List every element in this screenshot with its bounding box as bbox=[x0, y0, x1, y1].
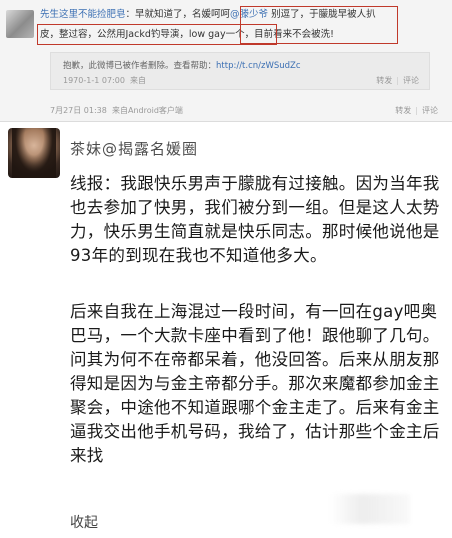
repost-button[interactable]: 转发 bbox=[395, 106, 411, 115]
quoted-weibo-card: 抱歉，此微博已被作者删除。查看帮助：http://t.cn/zWSudZc 19… bbox=[50, 52, 430, 90]
quoted-time[interactable]: 1970-1-1 07:00 bbox=[63, 76, 125, 85]
repost-card: 先生这里不能捡肥皂：早就知道了，名媛呵呵@滕少爷 别逗了，于朦胧早被人扒 皮，整… bbox=[0, 0, 452, 122]
repost-author-link[interactable]: 先生这里不能捡肥皂 bbox=[40, 9, 126, 20]
divider: | bbox=[396, 76, 399, 85]
help-link[interactable]: http://t.cn/zWSudZc bbox=[216, 61, 301, 71]
comment-button[interactable]: 评论 bbox=[422, 106, 438, 115]
highlight-box bbox=[240, 6, 398, 44]
post-card: 茶妹@揭露名媛圈 线报：我跟快乐男声于朦胧有过接触。因为当年我也去参加了快男，我… bbox=[0, 124, 452, 538]
quoted-repost-button[interactable]: 转发 bbox=[376, 76, 392, 85]
repost-text: ：早就知道了，名媛呵呵 bbox=[125, 9, 231, 20]
repost-avatar[interactable] bbox=[6, 10, 34, 38]
divider: | bbox=[415, 106, 418, 115]
avatar-image bbox=[12, 128, 56, 178]
post-username[interactable]: 茶妹@揭露名媛圈 bbox=[70, 138, 198, 159]
post-paragraph-1: 线报：我跟快乐男声于朦胧有过接触。因为当年我也去参加了快男，我们被分到一组。但是… bbox=[70, 174, 440, 265]
quoted-meta: 1970-1-1 07:00 来自 bbox=[63, 75, 146, 86]
quoted-deleted-text: 抱歉，此微博已被作者删除。查看帮助： bbox=[63, 61, 217, 71]
quoted-actions: 转发 | 评论 bbox=[376, 75, 419, 86]
quoted-comment-button[interactable]: 评论 bbox=[403, 76, 419, 85]
post-body: 线报：我跟快乐男声于朦胧有过接触。因为当年我也去参加了快男，我们被分到一组。但是… bbox=[70, 172, 440, 468]
avatar[interactable] bbox=[8, 128, 60, 178]
repost-actions: 转发 | 评论 bbox=[395, 105, 438, 116]
post-paragraph-2: 后来自我在上海混过一段时间，有一回在gay吧奥巴马，一个大款卡座中看到了他！跟他… bbox=[70, 302, 440, 465]
quoted-source: 来自 bbox=[130, 76, 147, 85]
repost-source: 来自Android客户端 bbox=[111, 106, 183, 115]
repost-time[interactable]: 7月27日 01:38 bbox=[50, 106, 107, 115]
collapse-button[interactable]: 收起 bbox=[70, 512, 98, 532]
blurred-region bbox=[330, 494, 410, 524]
quoted-deleted-notice: 抱歉，此微博已被作者删除。查看帮助：http://t.cn/zWSudZc bbox=[63, 59, 301, 71]
repost-meta: 7月27日 01:38 来自Android客户端 bbox=[50, 105, 183, 116]
